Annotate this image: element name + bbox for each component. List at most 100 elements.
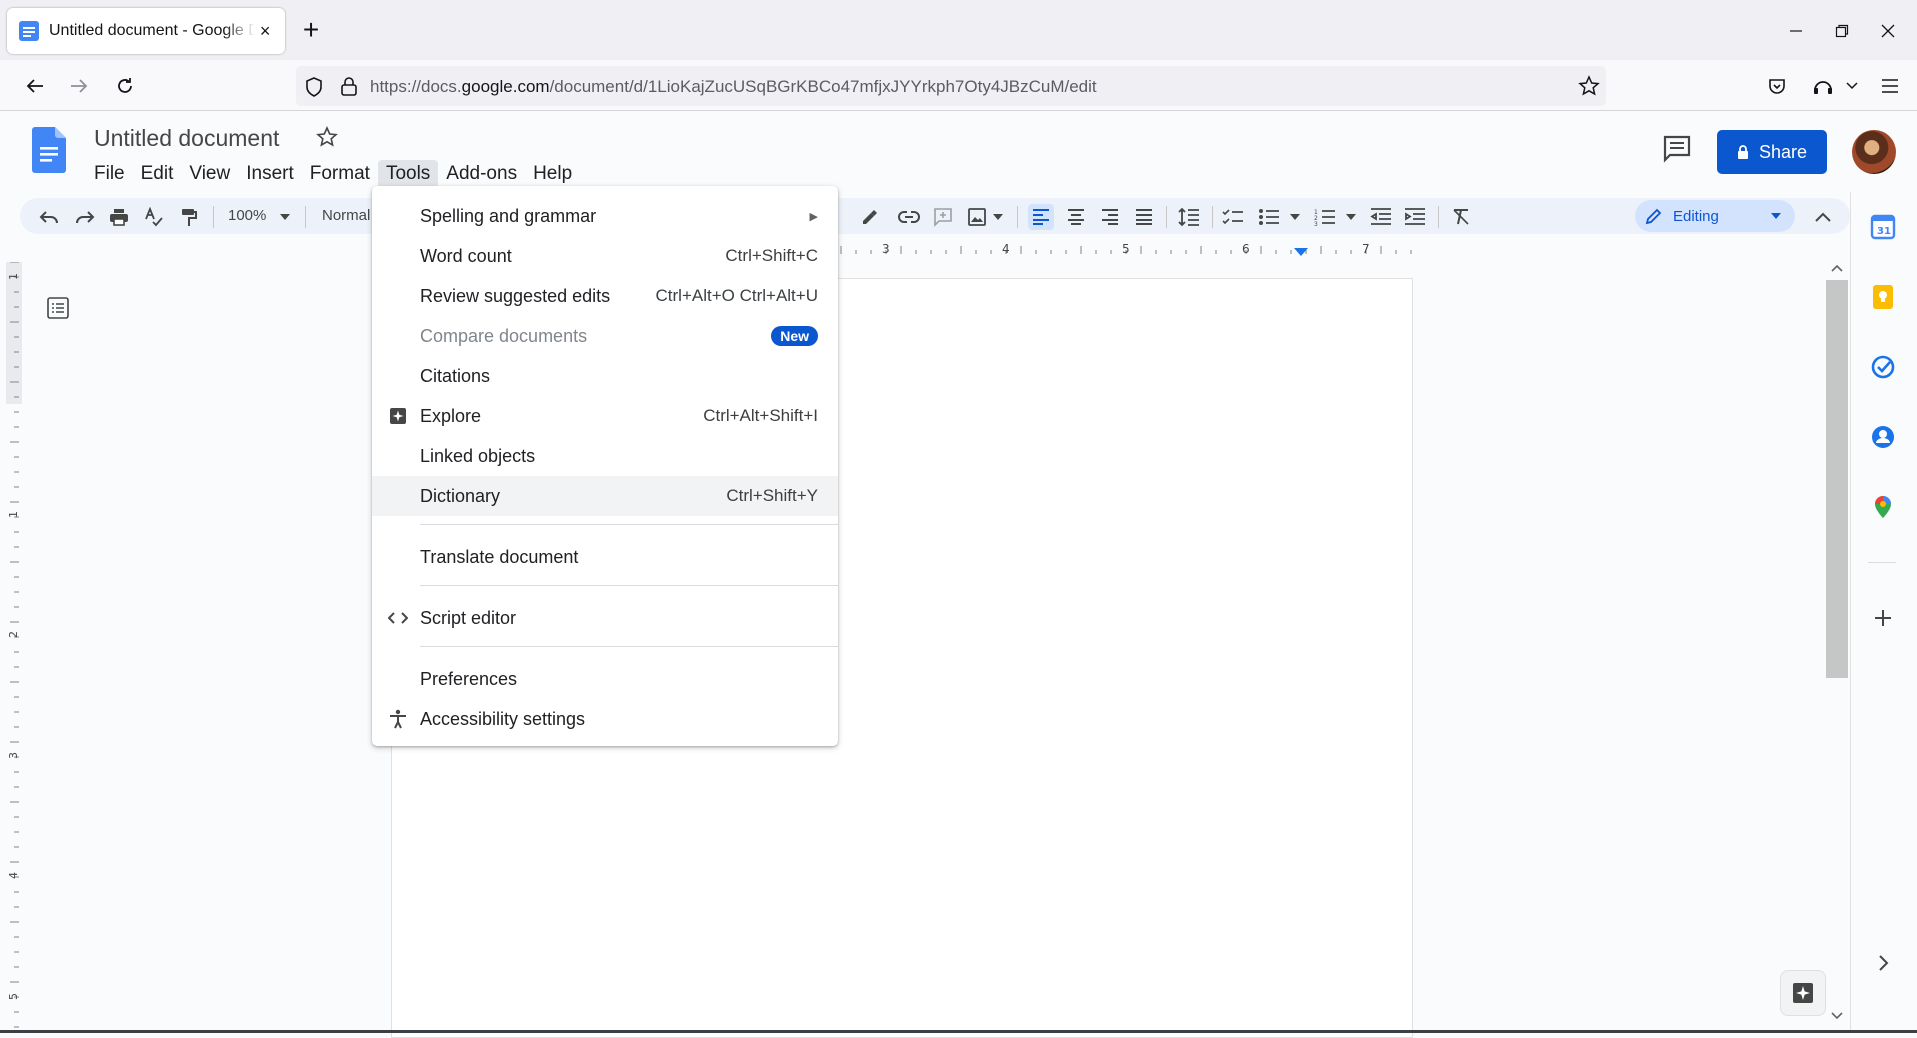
zoom-dropdown-icon[interactable] bbox=[280, 214, 290, 220]
minimize-icon[interactable] bbox=[1778, 14, 1814, 48]
decrease-indent-icon[interactable] bbox=[1368, 204, 1394, 230]
redo-icon[interactable] bbox=[72, 204, 98, 230]
forward-arrow-icon[interactable] bbox=[62, 69, 96, 103]
toolbar-divider bbox=[1212, 206, 1213, 228]
bulleted-list-icon[interactable] bbox=[1256, 204, 1282, 230]
docs-logo-icon[interactable] bbox=[32, 127, 66, 173]
restore-icon[interactable] bbox=[1824, 14, 1860, 48]
highlight-pen-icon[interactable] bbox=[856, 204, 882, 230]
keep-icon[interactable] bbox=[1870, 284, 1896, 310]
menu-item-spelling-and-grammar[interactable]: Spelling and grammar ▶ bbox=[372, 196, 838, 236]
explore-button[interactable] bbox=[1780, 970, 1826, 1016]
menu-item-label: Translate document bbox=[420, 546, 579, 567]
menu-help[interactable]: Help bbox=[525, 160, 580, 188]
code-icon bbox=[388, 608, 408, 628]
add-addon-icon[interactable] bbox=[1870, 605, 1896, 631]
increase-indent-icon[interactable] bbox=[1402, 204, 1428, 230]
menu-format[interactable]: Format bbox=[302, 160, 378, 188]
spellcheck-icon[interactable] bbox=[141, 204, 167, 230]
menu-item-label: Preferences bbox=[420, 668, 518, 689]
browser-tab[interactable]: Untitled document - Google Docs × bbox=[7, 8, 285, 54]
menu-item-word-count[interactable]: Word count Ctrl+Shift+C bbox=[372, 236, 838, 276]
menu-item-explore[interactable]: Explore Ctrl+Alt+Shift+I bbox=[372, 396, 838, 436]
undo-icon[interactable] bbox=[36, 204, 62, 230]
menu-item-preferences[interactable]: Preferences bbox=[372, 659, 838, 699]
new-tab-button[interactable]: + bbox=[298, 16, 324, 44]
numbered-list-icon[interactable]: 123 bbox=[1312, 204, 1338, 230]
reload-icon[interactable] bbox=[108, 69, 142, 103]
horizontal-ruler[interactable]: 3 4 5 6 7 bbox=[840, 240, 1414, 258]
account-sync-icon[interactable] bbox=[1806, 69, 1840, 103]
align-right-icon[interactable] bbox=[1097, 204, 1123, 230]
menu-add-ons[interactable]: Add-ons bbox=[438, 160, 525, 188]
scroll-up-icon[interactable] bbox=[1831, 264, 1843, 272]
contacts-icon[interactable] bbox=[1870, 424, 1896, 450]
ruler-label: 3 bbox=[882, 242, 890, 256]
chevron-down-icon[interactable] bbox=[1846, 82, 1858, 90]
numbered-dropdown-icon[interactable] bbox=[1346, 214, 1356, 220]
scrollbar-thumb[interactable] bbox=[1826, 280, 1848, 678]
vertical-ruler[interactable]: 1 1 2 3 4 5 bbox=[6, 262, 22, 1033]
menu-item-dictionary[interactable]: Dictionary Ctrl+Shift+Y bbox=[372, 476, 838, 516]
menu-item-translate-document[interactable]: Translate document bbox=[372, 537, 838, 577]
share-label: Share bbox=[1758, 141, 1808, 162]
back-arrow-icon[interactable] bbox=[18, 69, 52, 103]
menu-item-shortcut: Ctrl+Alt+O Ctrl+Alt+U bbox=[655, 286, 819, 305]
menu-tools[interactable]: Tools bbox=[377, 160, 439, 188]
clear-formatting-icon[interactable] bbox=[1448, 204, 1474, 230]
document-title[interactable]: Untitled document bbox=[94, 125, 279, 152]
zoom-select[interactable]: 100% bbox=[228, 207, 266, 224]
checklist-icon[interactable] bbox=[1220, 204, 1246, 230]
pocket-icon[interactable] bbox=[1760, 69, 1794, 103]
bookmark-star-icon[interactable] bbox=[1572, 69, 1606, 103]
paint-format-icon[interactable] bbox=[176, 204, 202, 230]
share-button[interactable]: Share bbox=[1717, 130, 1827, 174]
menu-bar: File Edit View Insert Format Tools Add-o… bbox=[86, 160, 580, 188]
document-outline-icon[interactable] bbox=[46, 296, 70, 320]
line-spacing-icon[interactable] bbox=[1176, 204, 1202, 230]
menu-item-citations[interactable]: Citations bbox=[372, 356, 838, 396]
align-left-icon[interactable] bbox=[1028, 204, 1054, 230]
menu-item-label: Accessibility settings bbox=[420, 708, 586, 729]
menu-edit[interactable]: Edit bbox=[133, 160, 182, 188]
menu-item-shortcut: Ctrl+Shift+Y bbox=[726, 486, 818, 505]
paragraph-style-select[interactable]: Normal bbox=[322, 207, 370, 224]
tab-close-icon[interactable]: × bbox=[255, 21, 275, 42]
justify-icon[interactable] bbox=[1131, 204, 1157, 230]
chevron-right-icon[interactable] bbox=[1870, 950, 1896, 976]
chevron-up-icon[interactable] bbox=[1810, 204, 1836, 230]
star-icon[interactable] bbox=[316, 126, 338, 148]
ruler-label: 1 bbox=[7, 511, 20, 518]
avatar[interactable] bbox=[1852, 130, 1896, 174]
menu-item-accessibility-settings[interactable]: Accessibility settings bbox=[372, 699, 838, 739]
menu-view[interactable]: View bbox=[181, 160, 238, 188]
calendar-icon[interactable]: 31 bbox=[1870, 214, 1896, 240]
shield-icon[interactable] bbox=[304, 76, 324, 98]
align-center-icon[interactable] bbox=[1063, 204, 1089, 230]
ruler-label: 4 bbox=[7, 872, 20, 879]
scroll-down-icon[interactable] bbox=[1831, 1012, 1843, 1020]
insert-link-icon[interactable] bbox=[896, 204, 922, 230]
tasks-icon[interactable] bbox=[1870, 354, 1896, 380]
url-text[interactable]: https://docs.google.com/document/d/1LioK… bbox=[370, 77, 1097, 97]
svg-text:31: 31 bbox=[1877, 226, 1891, 237]
menu-item-compare-documents[interactable]: Compare documents New bbox=[372, 316, 838, 356]
menu-insert[interactable]: Insert bbox=[238, 160, 302, 188]
new-badge: New bbox=[771, 326, 818, 346]
close-window-icon[interactable] bbox=[1870, 14, 1906, 48]
url-host: google.com bbox=[461, 77, 550, 96]
bullet-dropdown-icon[interactable] bbox=[1290, 214, 1300, 220]
hamburger-menu-icon[interactable] bbox=[1873, 69, 1907, 103]
editing-mode-select[interactable]: Editing bbox=[1635, 200, 1795, 232]
insert-image-icon[interactable] bbox=[964, 204, 990, 230]
menu-item-script-editor[interactable]: Script editor bbox=[372, 598, 838, 638]
menu-item-review-suggested-edits[interactable]: Review suggested edits Ctrl+Alt+O Ctrl+A… bbox=[372, 276, 838, 316]
image-dropdown-icon[interactable] bbox=[993, 214, 1003, 220]
print-icon[interactable] bbox=[106, 204, 132, 230]
menu-file[interactable]: File bbox=[86, 160, 133, 188]
menu-item-linked-objects[interactable]: Linked objects bbox=[372, 436, 838, 476]
maps-icon[interactable] bbox=[1870, 494, 1896, 520]
comments-icon[interactable] bbox=[1662, 134, 1692, 164]
lock-icon[interactable] bbox=[340, 75, 358, 97]
add-comment-icon[interactable] bbox=[930, 204, 956, 230]
